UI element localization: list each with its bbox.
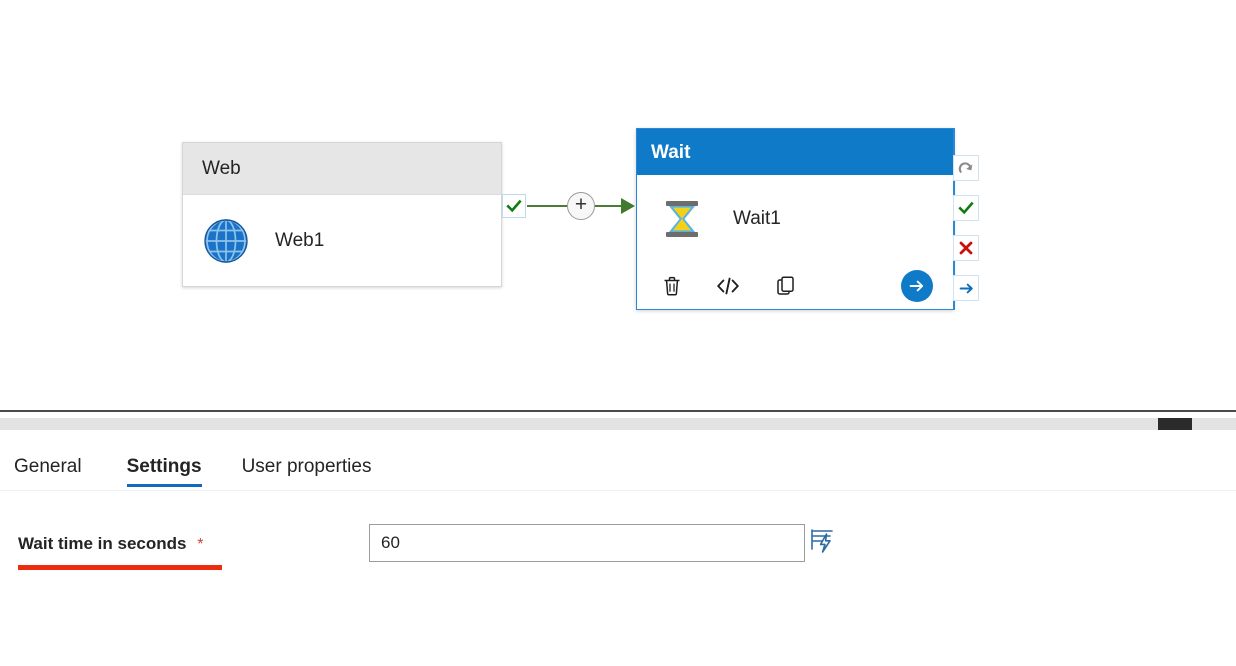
settings-form-row: Wait time in seconds * [0,524,1236,584]
activity-name-web: Web1 [275,230,325,251]
activity-card-web[interactable]: Web Web1 [182,142,502,287]
connector-web-to-wait: + [502,188,642,230]
tab-general[interactable]: General [14,443,82,490]
tabs-bottom-rule [0,490,1236,491]
dynamic-content-icon[interactable] [806,525,838,557]
app-root: Web Web1 + Wait Wait1 General Settings U… [0,0,1236,666]
activity-card-web-body: Web1 [183,195,501,287]
connector-line-left [527,205,567,207]
required-asterisk: * [197,536,204,553]
activity-output-connectors [953,155,983,305]
wait-time-label-text: Wait time in seconds [18,534,187,553]
on-failure-connector-icon[interactable] [953,235,979,261]
pipeline-canvas[interactable]: Web Web1 + Wait Wait1 [0,0,1236,412]
hourglass-icon [659,196,705,242]
globe-icon [202,217,250,265]
connector-arrowhead-icon [621,198,635,214]
activity-card-web-header: Web [183,143,501,195]
activity-name-wait: Wait1 [733,208,781,229]
tab-user-properties[interactable]: User properties [242,443,372,490]
properties-tabs: General Settings User properties [0,443,1236,490]
connector-line-right [595,205,623,207]
add-activity-label: + [574,193,588,216]
on-success-connector-icon[interactable] [953,195,979,221]
activity-card-wait-body: Wait1 [637,175,953,263]
on-skip-connector-icon[interactable] [953,155,979,181]
add-activity-button[interactable]: + [567,192,595,220]
activity-card-wait-actions [637,263,953,309]
annotation-underline [18,565,222,570]
clone-activity-icon[interactable] [771,271,801,301]
wait-time-label: Wait time in seconds * [18,534,203,554]
run-activity-icon[interactable] [901,270,933,302]
activity-card-wait-header: Wait [637,129,953,175]
activity-type-label: Web [202,158,241,179]
canvas-horizontal-scrollbar[interactable] [0,418,1236,430]
canvas-horizontal-scrollbar-thumb[interactable] [1158,418,1192,430]
tab-settings[interactable]: Settings [126,443,202,490]
activity-card-wait[interactable]: Wait Wait1 [636,128,954,310]
panel-divider [0,410,1236,412]
on-completion-connector-icon[interactable] [953,275,979,301]
tab-settings-underline [126,484,202,487]
tab-settings-label: Settings [126,455,202,477]
activity-type-label-wait: Wait [651,141,691,163]
on-success-source-icon[interactable] [502,194,526,218]
delete-activity-icon[interactable] [657,271,687,301]
code-view-icon[interactable] [713,271,743,301]
tab-user-properties-label: User properties [241,455,372,477]
wait-time-input[interactable] [369,524,805,562]
tab-general-label: General [14,455,82,477]
